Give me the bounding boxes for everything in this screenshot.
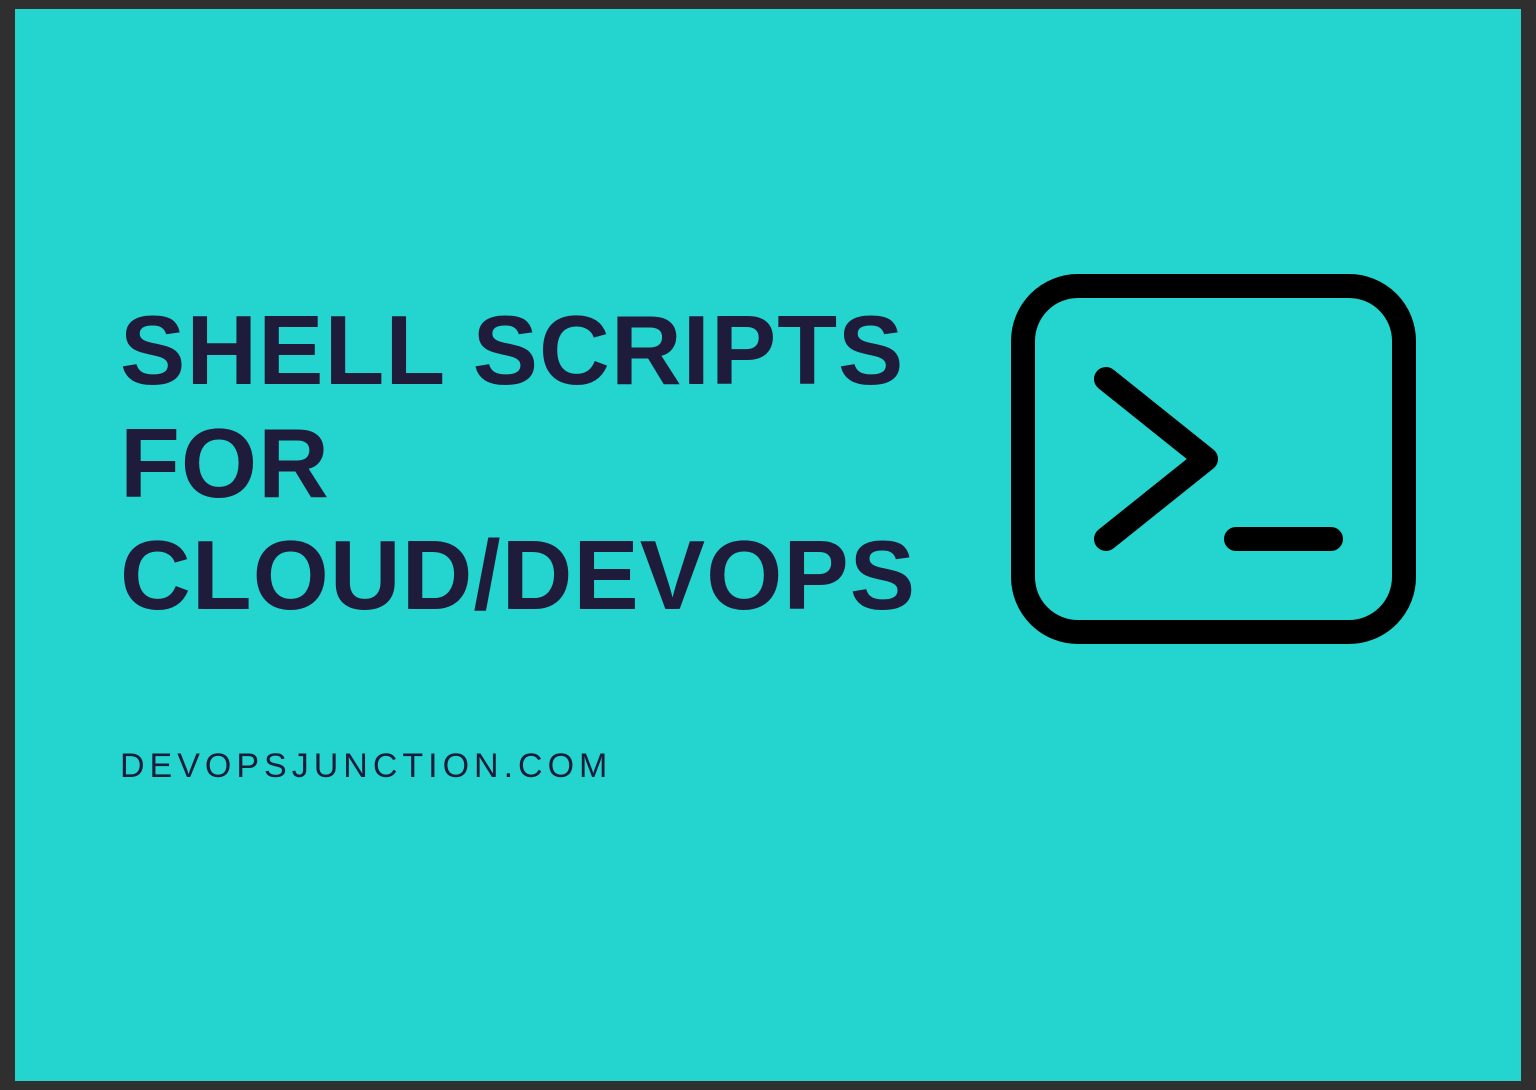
banner-graphic: SHELL SCRIPTS FOR CLOUD/DEVOPS DEVOPSJUN… — [15, 9, 1521, 1081]
headline-line-3: CLOUD/DEVOPS — [120, 519, 916, 632]
text-block: SHELL SCRIPTS FOR CLOUD/DEVOPS DEVOPSJUN… — [120, 294, 916, 786]
headline: SHELL SCRIPTS FOR CLOUD/DEVOPS — [120, 294, 916, 632]
headline-line-2: FOR — [120, 407, 916, 520]
terminal-icon — [1011, 274, 1416, 644]
subtitle: DEVOPSJUNCTION.COM — [120, 747, 916, 786]
headline-line-1: SHELL SCRIPTS — [120, 294, 916, 407]
